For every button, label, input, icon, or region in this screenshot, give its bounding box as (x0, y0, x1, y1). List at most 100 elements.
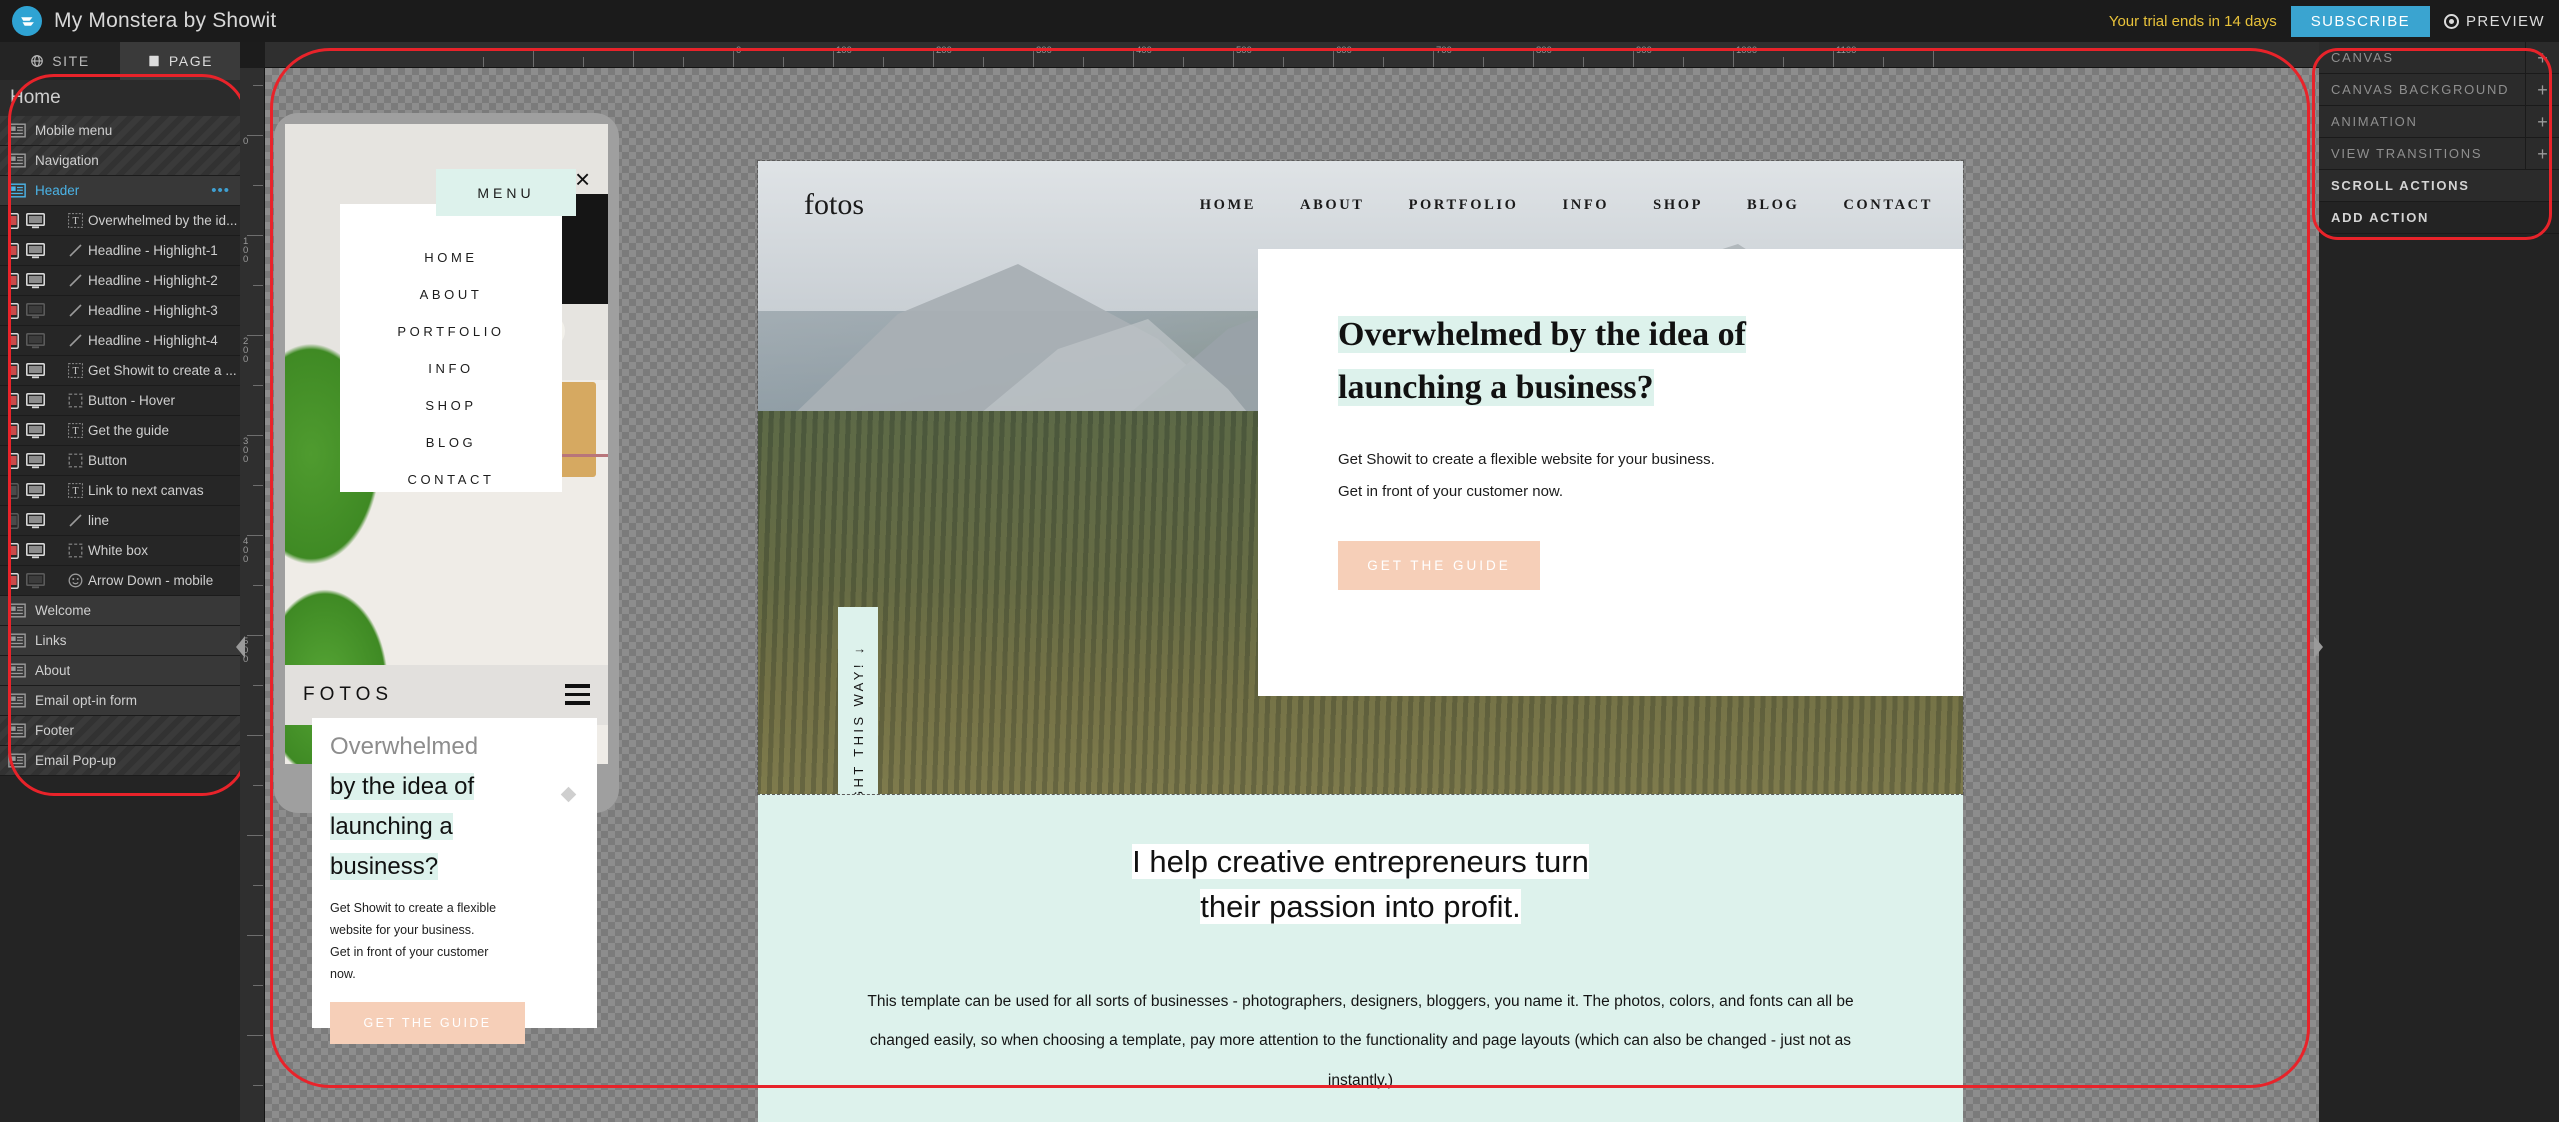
layer-item-link-to-next-canvas[interactable]: T Link to next canvas (0, 476, 240, 506)
ruler-tick (247, 235, 263, 236)
layer-item-arrow-down-mobile[interactable]: Arrow Down - mobile (0, 566, 240, 596)
layer-item-get-showit-to-create-a-[interactable]: T Get Showit to create a ... (0, 356, 240, 386)
nav-link-shop[interactable]: SHOP (1653, 197, 1703, 214)
ruler-tick (1283, 57, 1284, 67)
mobile-cta-button[interactable]: GET THE GUIDE (330, 1001, 525, 1044)
add-icon[interactable]: + (2525, 42, 2559, 74)
preview-button[interactable]: PREVIEW (2444, 13, 2545, 30)
ruler-tick (1383, 57, 1384, 67)
panel-row-label: ANIMATION (2331, 114, 2418, 129)
visibility-toggles[interactable] (8, 482, 62, 499)
layer-item-button[interactable]: Button (0, 446, 240, 476)
nav-link-contact[interactable]: CONTACT (1843, 197, 1933, 214)
workspace[interactable]: × MENU HOME ABOUT PORTFOLIO INFO SHOP BLOG CON… (265, 68, 2319, 1122)
close-icon[interactable]: × (575, 166, 590, 192)
tab-page[interactable]: PAGE (120, 42, 240, 80)
nav-link-about[interactable]: ABOUT (1300, 197, 1365, 214)
visibility-toggles[interactable] (8, 242, 62, 259)
collapse-left-arrow[interactable] (236, 636, 245, 658)
mobile-menu-item-portfolio[interactable]: PORTFOLIO (340, 324, 562, 339)
panel-row-animation[interactable]: ANIMATION + (2319, 106, 2559, 138)
layer-item-headline-highlight-4[interactable]: Headline - Highlight-4 (0, 326, 240, 356)
nav-links[interactable]: HOME ABOUT PORTFOLIO INFO SHOP BLOG CONTACT (1200, 197, 1933, 214)
canvas-item-footer[interactable]: Footer (0, 716, 240, 746)
mobile-preview[interactable]: × MENU HOME ABOUT PORTFOLIO INFO SHOP BLOG CON… (274, 78, 632, 1044)
mobile-headline-line: launching a (330, 813, 453, 840)
mobile-menu-item-contact[interactable]: CONTACT (340, 472, 562, 487)
visibility-toggles[interactable] (8, 302, 62, 319)
teal-headline-line: their passion into profit. (1200, 888, 1521, 924)
visibility-toggles[interactable] (8, 512, 62, 529)
canvas-item-label: Links (35, 633, 67, 648)
canvas-item-navigation[interactable]: Navigation (0, 146, 240, 176)
canvas-item-about[interactable]: About (0, 656, 240, 686)
canvas-item-header[interactable]: Header ••• (0, 176, 240, 206)
canvas-item-mobile-menu[interactable]: Mobile menu (0, 116, 240, 146)
layer-item-overwhelmed-by-the-id-[interactable]: T Overwhelmed by the id... (0, 206, 240, 236)
nav-link-info[interactable]: INFO (1563, 197, 1610, 214)
svg-text:T: T (72, 366, 78, 377)
layer-item-white-box[interactable]: White box (0, 536, 240, 566)
add-icon[interactable]: + (2525, 74, 2559, 106)
panel-row-scroll-actions[interactable]: SCROLL ACTIONS (2319, 170, 2559, 202)
visibility-toggles[interactable] (8, 332, 62, 349)
mobile-menu-item-shop[interactable]: SHOP (340, 398, 562, 413)
mobile-menu-item-home[interactable]: HOME (340, 250, 562, 265)
canvas-options-icon[interactable]: ••• (211, 183, 230, 198)
ruler-tick (247, 735, 263, 736)
hero-cta-button[interactable]: GET THE GUIDE (1338, 541, 1540, 591)
layer-item-headline-highlight-1[interactable]: Headline - Highlight-1 (0, 236, 240, 266)
canvas-item-links[interactable]: Links (0, 626, 240, 656)
visibility-toggles[interactable] (8, 542, 62, 559)
visibility-toggles[interactable] (8, 362, 62, 379)
layer-list[interactable]: Mobile menu Navigation Header ••• T Overwhelm… (0, 116, 240, 776)
visibility-toggles[interactable] (8, 452, 62, 469)
right-panel-rows[interactable]: CANVAS + CANVAS BACKGROUND + ANIMATION + VIEW … (2319, 42, 2559, 234)
nav-link-blog[interactable]: BLOG (1747, 197, 1799, 214)
layer-item-button-hover[interactable]: Button - Hover (0, 386, 240, 416)
desktop-canvas[interactable]: fotos HOME ABOUT PORTFOLIO INFO SHOP BLOG CONT… (560, 160, 1964, 1122)
ruler-tick (1633, 50, 1634, 67)
layer-item-headline-highlight-3[interactable]: Headline - Highlight-3 (0, 296, 240, 326)
mobile-visibility-icon (8, 572, 19, 589)
ruler-tick (533, 50, 534, 67)
panel-row-label: ADD ACTION (2331, 210, 2430, 225)
mobile-menu-item-info[interactable]: INFO (340, 361, 562, 376)
panel-row-canvas[interactable]: CANVAS + (2319, 42, 2559, 74)
layer-type-icon (62, 243, 88, 258)
mobile-menu-item-about[interactable]: ABOUT (340, 287, 562, 302)
text-icon: T (67, 363, 83, 378)
nav-link-portfolio[interactable]: PORTFOLIO (1409, 197, 1519, 214)
tab-site[interactable]: SITE (0, 42, 120, 80)
layer-item-line[interactable]: line (0, 506, 240, 536)
mobile-visibility-icon (8, 422, 19, 439)
canvas-item-email-opt-in-form[interactable]: Email opt-in form (0, 686, 240, 716)
panel-row-view-transitions[interactable]: VIEW TRANSITIONS + (2319, 138, 2559, 170)
mobile-menu-items[interactable]: HOME ABOUT PORTFOLIO INFO SHOP BLOG CONTACT (340, 250, 562, 487)
ruler-tick (733, 50, 734, 67)
visibility-toggles[interactable] (8, 212, 62, 229)
canvas-item-welcome[interactable]: Welcome (0, 596, 240, 626)
eye-icon (2444, 13, 2460, 29)
hamburger-icon[interactable] (565, 684, 590, 710)
collapse-right-arrow[interactable] (2314, 636, 2323, 658)
visibility-toggles[interactable] (8, 572, 62, 589)
ruler-tick (1883, 57, 1884, 67)
ruler-tick (883, 57, 884, 67)
svg-text:T: T (72, 426, 78, 437)
visibility-toggles[interactable] (8, 422, 62, 439)
layer-item-get-the-guide[interactable]: T Get the guide (0, 416, 240, 446)
visibility-toggles[interactable] (8, 272, 62, 289)
mobile-menu-item-blog[interactable]: BLOG (340, 435, 562, 450)
panel-row-canvas-background[interactable]: CANVAS BACKGROUND + (2319, 74, 2559, 106)
add-icon[interactable]: + (2525, 138, 2559, 170)
layer-item-headline-highlight-2[interactable]: Headline - Highlight-2 (0, 266, 240, 296)
panel-row-add-action[interactable]: ADD ACTION (2319, 202, 2559, 234)
subscribe-button[interactable]: SUBSCRIBE (2290, 5, 2431, 37)
mobile-menu-overlay[interactable]: MENU HOME ABOUT PORTFOLIO INFO SHOP BLOG CONTA… (340, 169, 576, 492)
nav-link-home[interactable]: HOME (1200, 197, 1256, 214)
ruler-tick (483, 57, 484, 67)
visibility-toggles[interactable] (8, 392, 62, 409)
add-icon[interactable]: + (2525, 106, 2559, 138)
canvas-item-email-pop-up[interactable]: Email Pop-up (0, 746, 240, 776)
